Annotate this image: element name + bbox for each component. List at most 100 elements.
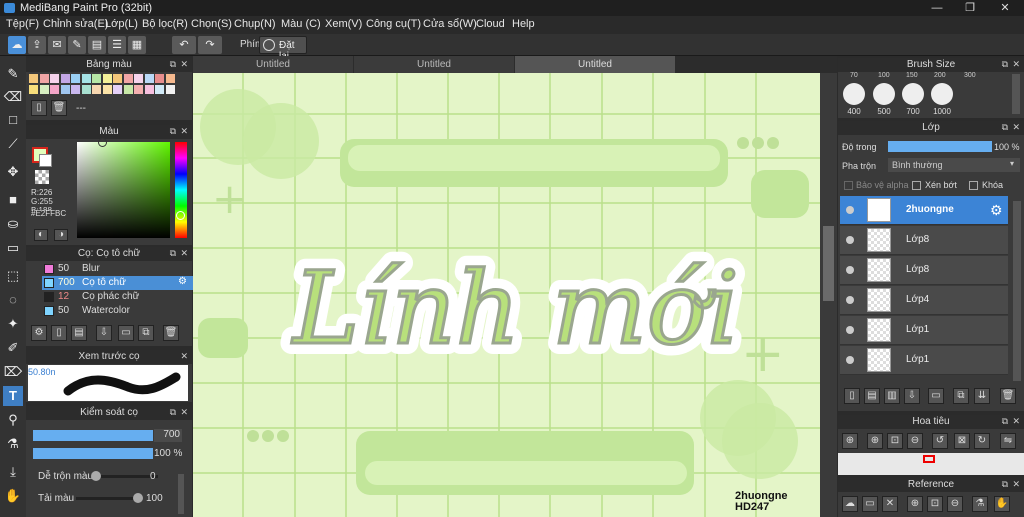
color-swatch[interactable] — [144, 74, 154, 83]
color-swatch[interactable] — [60, 85, 70, 94]
trash-icon[interactable]: 🗑 — [1000, 388, 1016, 404]
menu-help[interactable]: Help — [512, 18, 535, 30]
line-tool-icon[interactable]: ⟋ — [3, 134, 23, 154]
close-icon[interactable]: ✕ — [1012, 479, 1020, 490]
width-slider[interactable] — [33, 430, 153, 441]
lock-checkbox[interactable] — [969, 181, 978, 190]
layer-row[interactable]: Lớp1 — [840, 346, 1008, 375]
menu-layer[interactable]: Lớp(L) — [105, 18, 138, 30]
eye-icon[interactable] — [846, 266, 854, 274]
color-swatch[interactable] — [39, 85, 49, 94]
minimize-button[interactable]: — — [920, 0, 954, 16]
close-icon[interactable]: ✕ — [1012, 59, 1020, 70]
eye-icon[interactable] — [846, 236, 854, 244]
tab-document-1[interactable]: Untitled — [193, 56, 353, 73]
rectangle-tool-icon[interactable]: □ — [3, 110, 23, 130]
brush-copy-icon[interactable]: ▤ — [71, 325, 87, 341]
width-value[interactable]: 700 — [154, 429, 182, 442]
redo-icon[interactable]: ↷ — [198, 36, 222, 54]
color-swatch[interactable] — [60, 74, 70, 83]
gradient-tool-icon[interactable]: ▭ — [3, 238, 23, 258]
size-dot[interactable] — [902, 83, 924, 105]
alpha-protect-checkbox[interactable] — [844, 181, 853, 190]
blend-slider[interactable] — [91, 471, 158, 481]
eraser-tool-icon[interactable]: ⌫ — [3, 87, 23, 107]
color-mode2-icon[interactable]: ◑ — [54, 229, 68, 241]
secondary-color-swatch[interactable] — [39, 154, 52, 167]
select-pen-tool-icon[interactable]: ✐ — [3, 338, 23, 358]
layer-row[interactable]: Lớp4 — [840, 286, 1008, 315]
size-value[interactable]: 100 — [878, 72, 890, 79]
close-button[interactable]: ✕ — [988, 0, 1022, 16]
new-palette-icon[interactable]: ▯ — [31, 100, 47, 116]
color-swatch[interactable] — [29, 85, 38, 94]
dropper-tool-icon[interactable]: ⤓ — [3, 462, 23, 482]
cloud-icon[interactable]: ☁ — [8, 36, 26, 54]
select-eraser-tool-icon[interactable]: ⌦ — [3, 362, 23, 382]
color-swatch[interactable] — [92, 85, 101, 94]
close-icon[interactable]: ✕ — [180, 407, 188, 418]
bucket-tool-icon[interactable]: ⛀ — [3, 214, 23, 234]
layer-row[interactable]: 2huongne ⚙ — [840, 196, 1008, 225]
color-swatch[interactable] — [113, 85, 122, 94]
new-layer3-icon[interactable]: ▥ — [884, 388, 900, 404]
blend-slider-knob[interactable] — [91, 471, 101, 481]
color-swatch[interactable] — [123, 74, 133, 83]
color-swatch[interactable] — [165, 74, 175, 83]
color-swatch[interactable] — [50, 85, 59, 94]
layer-download-icon[interactable]: ⇩ — [904, 388, 920, 404]
grid-icon[interactable]: ▦ — [128, 36, 146, 54]
drawing-canvas[interactable]: + + Lính mới Lính mới 2huongne HD247 — [193, 73, 820, 517]
new-layer2-icon[interactable]: ▤ — [864, 388, 880, 404]
brush-item[interactable]: 50 Watercolor — [42, 304, 196, 318]
size-value[interactable]: 70 — [850, 72, 858, 79]
fill-rect-tool-icon[interactable]: ■ — [3, 190, 23, 210]
menu-edit[interactable]: Chỉnh sửa(E) — [43, 18, 108, 30]
fit-icon[interactable]: ⊡ — [887, 433, 903, 449]
brush-download-icon[interactable]: ⇩ — [96, 325, 112, 341]
undock-icon[interactable]: ⧉ — [170, 126, 176, 137]
color-swatch[interactable] — [39, 74, 49, 83]
fit-icon[interactable]: ⊡ — [927, 496, 943, 512]
close-icon[interactable]: ✕ — [1012, 416, 1020, 427]
brush-item[interactable]: 12 Cọ phác chữ — [42, 290, 196, 304]
saturation-value-picker[interactable] — [77, 142, 170, 238]
color-swatch[interactable] — [134, 74, 143, 83]
zoom-out-icon[interactable]: ⊖ — [907, 433, 923, 449]
trash-icon[interactable]: 🗑 — [163, 325, 179, 341]
eyedropper-tool-icon[interactable]: ⚗ — [3, 434, 23, 454]
size-value[interactable]: 300 — [964, 72, 976, 79]
color-swatch[interactable] — [81, 85, 91, 94]
merge-icon[interactable]: ⇊ — [974, 388, 990, 404]
folder-icon[interactable]: ▭ — [928, 388, 944, 404]
move-tool-icon[interactable]: ✥ — [3, 162, 23, 182]
brush-item[interactable]: 50 Blur — [42, 262, 196, 276]
gear-icon[interactable]: ⚙ — [178, 276, 187, 287]
eyedropper-icon[interactable]: ⚗ — [972, 496, 988, 512]
size-dot[interactable] — [931, 83, 953, 105]
brush-item-active[interactable]: 700 Cọ tô chữ ⚙ — [42, 276, 196, 290]
color-swatch[interactable] — [71, 74, 80, 83]
clip-checkbox[interactable] — [912, 181, 921, 190]
color-swatch[interactable] — [81, 74, 91, 83]
maximize-button[interactable]: ❐ — [953, 0, 987, 16]
rotate-left-icon[interactable]: ↺ — [932, 433, 948, 449]
undock-icon[interactable]: ⧉ — [170, 59, 176, 70]
brush-add-icon[interactable]: ⚙ — [31, 325, 47, 341]
new-layer-icon[interactable]: ▯ — [844, 388, 860, 404]
navigator-viewport[interactable] — [923, 455, 935, 463]
load-slider[interactable] — [76, 493, 143, 503]
eye-icon[interactable] — [846, 326, 854, 334]
color-swatch[interactable] — [102, 74, 112, 83]
upload-icon[interactable]: ⇪ — [28, 36, 46, 54]
hue-slider[interactable] — [175, 142, 187, 238]
eye-icon[interactable] — [846, 206, 854, 214]
blend-mode-select[interactable]: Bình thường — [888, 158, 1020, 172]
magic-wand-tool-icon[interactable]: ✦ — [3, 314, 23, 334]
gear-icon[interactable]: ⚙ — [990, 202, 1003, 219]
scroll-thumb[interactable] — [823, 226, 834, 301]
layer-row[interactable]: Lớp1 — [840, 316, 1008, 345]
undock-icon[interactable]: ⧉ — [1002, 479, 1008, 490]
size-dot[interactable] — [843, 83, 865, 105]
tab-document-2[interactable]: Untitled — [354, 56, 514, 73]
